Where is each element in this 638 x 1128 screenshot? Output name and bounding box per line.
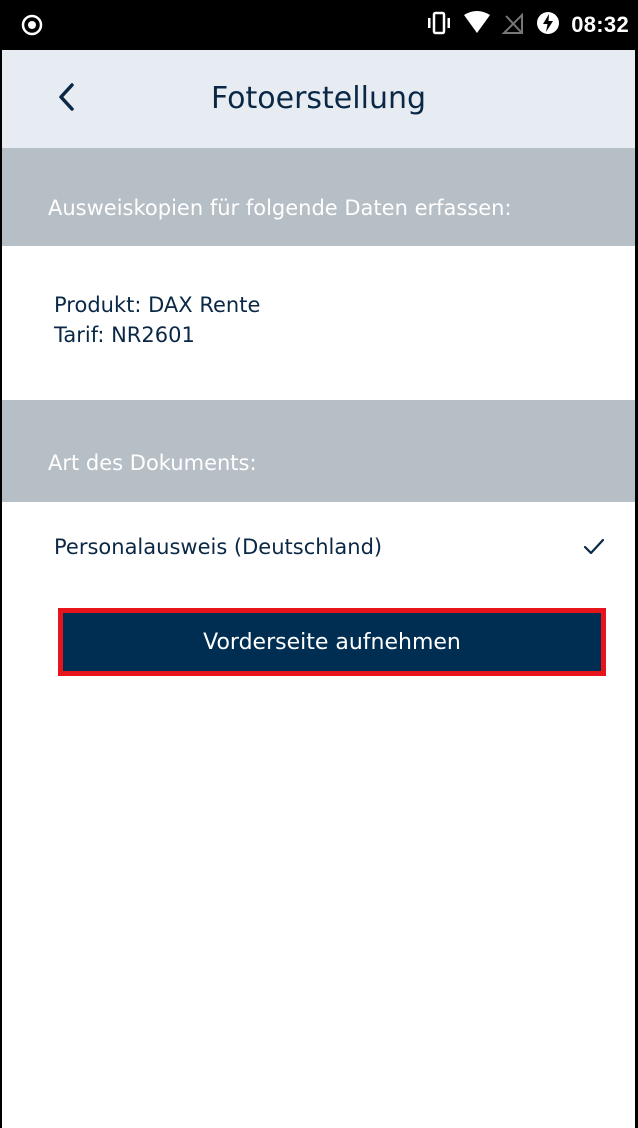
vibrate-icon [425,11,453,40]
document-option-personalausweis[interactable]: Personalausweis (Deutschland) [2,502,635,597]
checkmark-icon [583,538,605,556]
wifi-icon [463,10,491,40]
tariff-line: Tarif: NR2601 [54,323,195,347]
capture-section-title: Ausweiskopien für folgende Daten erfasse… [48,196,512,220]
capture-front-label: Vorderseite aufnehmen [203,629,461,655]
status-time: 08:32 [571,12,629,37]
document-section-title: Art des Dokuments: [48,451,257,475]
product-info: Produkt: DAX Rente Tarif: NR2601 [2,246,635,400]
status-icons: 08:32 [425,0,629,50]
page-title: Fotoerstellung [210,81,427,116]
document-option-label: Personalausweis (Deutschland) [54,535,383,559]
document-section-header: Art des Dokuments: [2,400,635,502]
app-bar: Fotoerstellung [2,50,635,148]
status-bar: 08:32 [2,0,635,50]
record-icon [20,13,44,37]
chevron-left-icon [56,82,78,117]
back-button[interactable] [42,74,92,124]
app-screen: 08:32 Fotoerstellung Ausweiskopien für f… [0,0,638,1128]
capture-front-button[interactable]: Vorderseite aufnehmen [58,608,606,676]
product-line: Produkt: DAX Rente [54,293,261,317]
capture-section-header: Ausweiskopien für folgende Daten erfasse… [2,148,635,246]
no-signal-icon [501,11,525,40]
battery-charging-icon [535,10,561,41]
